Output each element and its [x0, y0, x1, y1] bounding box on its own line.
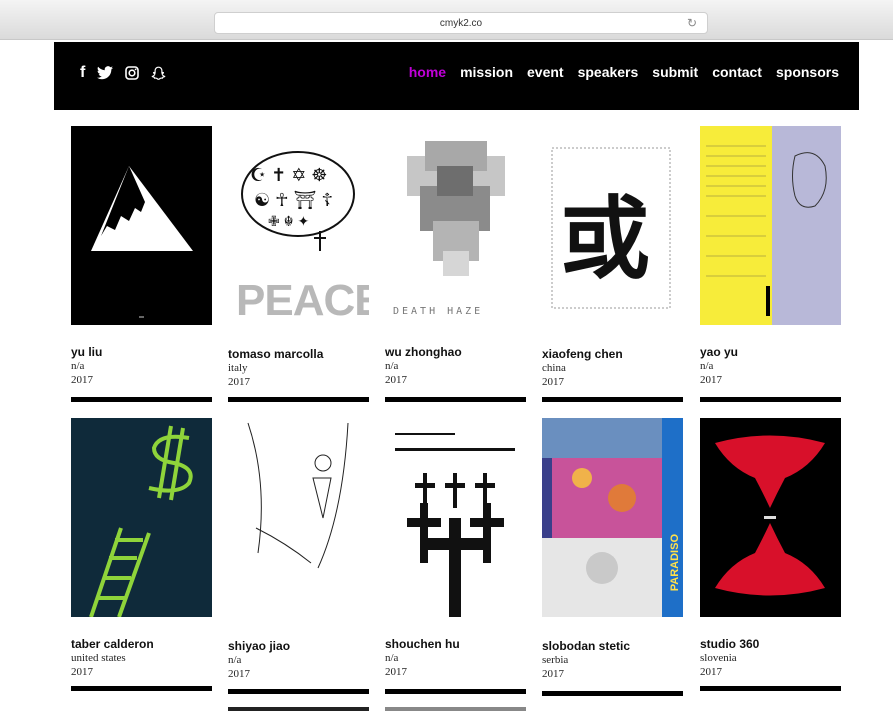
poster-image[interactable]	[700, 418, 841, 617]
poster-card[interactable]: PARADISO slobodan stetic serbia 2017	[542, 418, 683, 696]
site-header: f home mission event speakers submit con…	[54, 42, 859, 110]
artist-country: italy	[228, 362, 248, 374]
svg-text:☯ ☥ ⛩ ☦: ☯ ☥ ⛩ ☦	[254, 190, 333, 210]
poster-title: 或	[560, 186, 650, 292]
poster-year: 2017	[71, 666, 93, 678]
nav-sponsors[interactable]: sponsors	[776, 64, 839, 80]
artist-country: serbia	[542, 654, 569, 666]
artist-name[interactable]: yu liu	[71, 345, 212, 359]
poster-image[interactable]	[71, 418, 212, 617]
nav-mission[interactable]: mission	[460, 64, 513, 80]
nav-home[interactable]: home	[409, 64, 446, 80]
address-bar[interactable]: cmyk2.co ↻	[214, 12, 708, 34]
artist-country: n/a	[71, 360, 85, 372]
main-menu: home mission event speakers submit conta…	[409, 64, 839, 80]
artist-country: n/a	[700, 360, 714, 372]
card-divider	[385, 689, 526, 694]
poster-year: 2017	[385, 666, 407, 678]
poster-image[interactable]: DEATH HAZE	[385, 126, 526, 325]
poster-card[interactable]: taber calderon united states 2017	[71, 418, 212, 691]
next-row-edge	[385, 707, 526, 711]
poster-image[interactable]: ☪ ✝ ✡ ☸ ☯ ☥ ⛩ ☦ ✙ ☬ ✦ PEACE	[228, 126, 369, 325]
card-divider	[71, 397, 212, 402]
card-divider	[385, 397, 526, 402]
artist-name[interactable]: taber calderon	[71, 637, 212, 651]
nav-contact[interactable]: contact	[712, 64, 762, 80]
reload-icon[interactable]: ↻	[687, 16, 697, 30]
nav-speakers[interactable]: speakers	[578, 64, 639, 80]
card-divider	[542, 691, 683, 696]
nav-submit[interactable]: submit	[652, 64, 698, 80]
artist-country: n/a	[228, 654, 242, 666]
artist-name[interactable]: slobodan stetic	[542, 639, 683, 653]
poster-year: 2017	[385, 374, 407, 386]
browser-toolbar: cmyk2.co ↻	[0, 0, 893, 40]
poster-year: 2017	[228, 668, 250, 680]
poster-card[interactable]: shiyao jiao n/a 2017	[228, 418, 369, 694]
poster-image[interactable]	[71, 126, 212, 325]
card-divider	[228, 397, 369, 402]
social-links: f	[80, 64, 166, 82]
artist-name[interactable]: shouchen hu	[385, 637, 526, 651]
card-divider	[71, 686, 212, 691]
artist-country: united states	[71, 652, 126, 664]
artist-country: china	[542, 362, 566, 374]
artist-country: n/a	[385, 652, 399, 664]
card-divider	[700, 397, 841, 402]
artist-name[interactable]: xiaofeng chen	[542, 347, 683, 361]
poster-card[interactable]: 或 xiaofeng chen china 2017	[542, 126, 683, 402]
facebook-icon[interactable]: f	[80, 64, 85, 82]
poster-year: 2017	[700, 374, 722, 386]
poster-title: PARADISO	[669, 533, 681, 591]
artist-country: n/a	[385, 360, 399, 372]
svg-text:✙ ☬ ✦: ✙ ☬ ✦	[268, 213, 309, 229]
snapchat-icon[interactable]	[151, 64, 166, 82]
next-row-edge	[228, 707, 369, 711]
instagram-icon[interactable]	[125, 64, 140, 82]
artist-name[interactable]: shiyao jiao	[228, 639, 369, 653]
poster-year: 2017	[71, 374, 93, 386]
poster-image[interactable]: 或	[542, 126, 683, 325]
url-text: cmyk2.co	[439, 17, 483, 29]
poster-card[interactable]: DEATH HAZE wu zhonghao n/a 2017	[385, 126, 526, 402]
poster-image[interactable]	[385, 418, 526, 617]
poster-image[interactable]	[700, 126, 841, 325]
artist-name[interactable]: tomaso marcolla	[228, 347, 369, 361]
twitter-icon[interactable]	[97, 64, 114, 82]
artist-name[interactable]: studio 360	[700, 637, 841, 651]
poster-year: 2017	[228, 376, 250, 388]
nav-event[interactable]: event	[527, 64, 564, 80]
artist-country: slovenia	[700, 652, 737, 664]
card-divider	[700, 686, 841, 691]
poster-year: 2017	[700, 666, 722, 678]
poster-title: DEATH HAZE	[393, 306, 484, 317]
artist-name[interactable]: yao yu	[700, 345, 841, 359]
poster-image[interactable]	[228, 418, 369, 617]
poster-year: 2017	[542, 376, 564, 388]
artist-name[interactable]: wu zhonghao	[385, 345, 526, 359]
card-divider	[542, 397, 683, 402]
poster-card[interactable]: yu liu n/a 2017	[71, 126, 212, 402]
poster-card[interactable]: shouchen hu n/a 2017	[385, 418, 526, 694]
card-divider	[228, 689, 369, 694]
poster-card[interactable]: yao yu n/a 2017	[700, 126, 841, 402]
poster-card[interactable]: ☪ ✝ ✡ ☸ ☯ ☥ ⛩ ☦ ✙ ☬ ✦ PEACE tomaso marco…	[228, 126, 369, 402]
poster-title: PEACE	[236, 276, 369, 325]
poster-year: 2017	[542, 668, 564, 680]
poster-card[interactable]: studio 360 slovenia 2017	[700, 418, 841, 691]
svg-text:☪ ✝ ✡ ☸: ☪ ✝ ✡ ☸	[250, 165, 327, 185]
poster-image[interactable]: PARADISO	[542, 418, 683, 617]
